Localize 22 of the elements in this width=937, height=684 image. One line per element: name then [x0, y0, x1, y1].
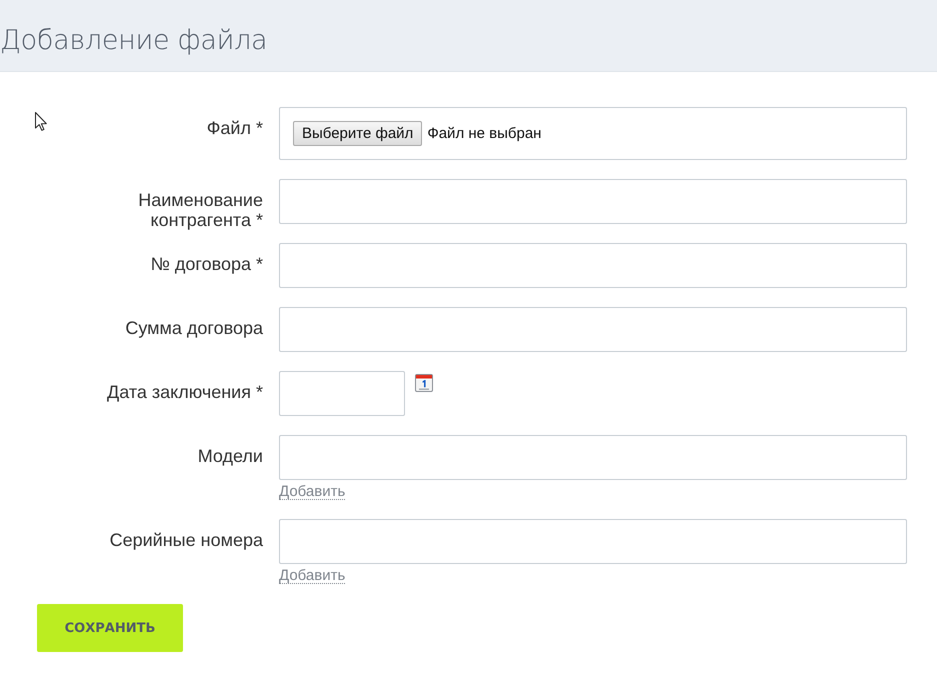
field-label: Сумма договора [124, 317, 263, 340]
page-title: Добавление файла [0, 25, 268, 56]
choose-file-button[interactable]: Выберите файл [293, 121, 422, 146]
input-field[interactable] [279, 243, 907, 288]
file-field[interactable]: Выберите файл Файл не выбран [279, 107, 907, 160]
add-link[interactable]: Добавить [279, 568, 346, 584]
field-label: Модели [196, 445, 263, 468]
field-label: № договора * [150, 253, 263, 276]
date-field[interactable] [279, 371, 405, 416]
input-field[interactable] [279, 435, 907, 480]
field-label: Дата заключения * [106, 381, 263, 404]
input-field[interactable] [279, 179, 907, 224]
input-field[interactable] [279, 307, 907, 352]
field-label: Серийные номера [108, 529, 263, 552]
calendar-icon[interactable] [415, 374, 433, 392]
save-button[interactable]: СОХРАНИТЬ [37, 604, 183, 652]
field-label: Файл * [206, 117, 263, 140]
input-field[interactable] [279, 519, 907, 564]
field-label: Наименование контрагента * [137, 189, 263, 230]
add-link[interactable]: Добавить [279, 484, 346, 500]
mouse-pointer-icon [35, 112, 47, 131]
file-status-text: Файл не выбран [427, 125, 542, 142]
